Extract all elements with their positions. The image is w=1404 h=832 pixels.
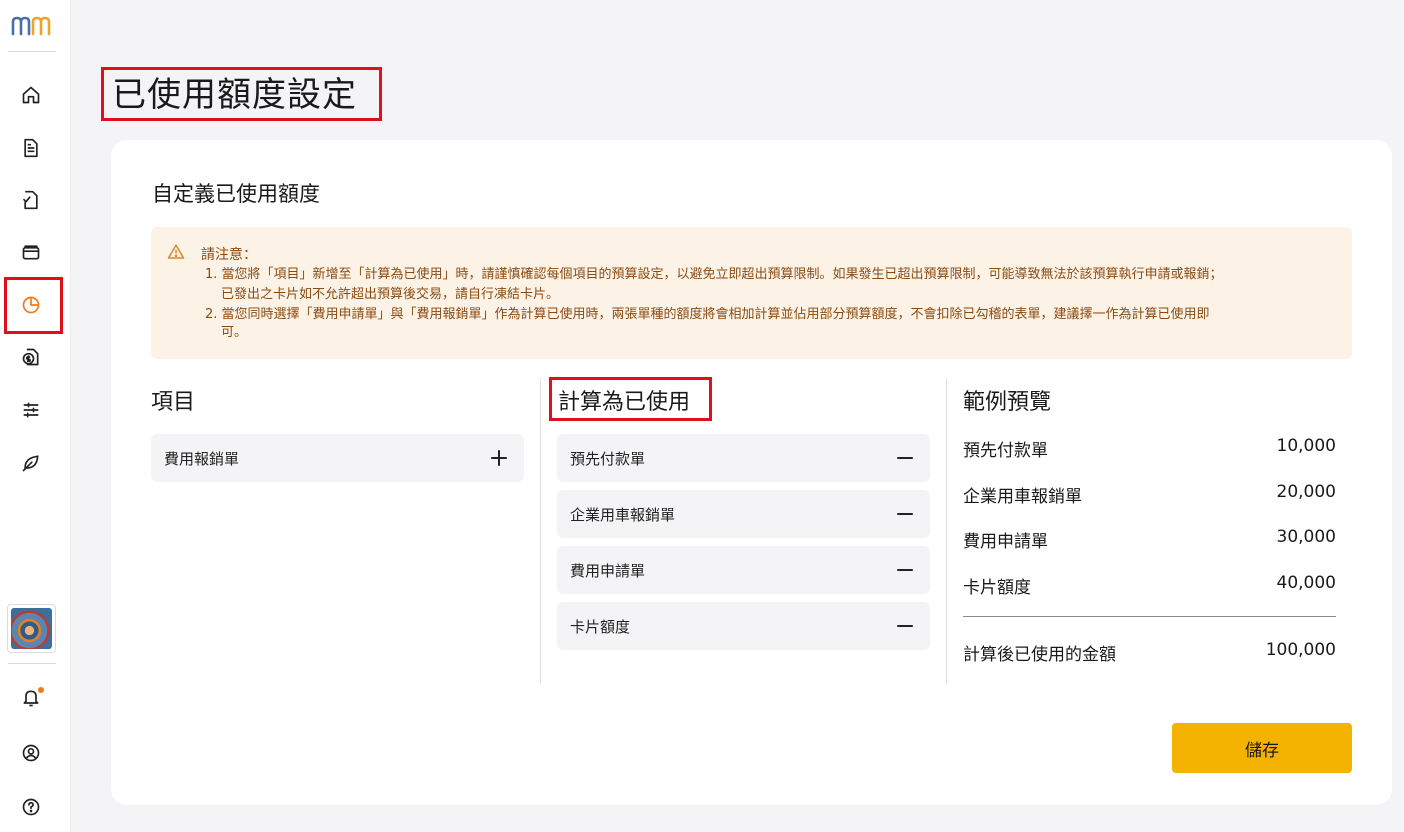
preview-total-value: 100,000 [1265, 640, 1336, 660]
column-divider [946, 378, 947, 683]
list-item[interactable]: 費用申請單 [557, 546, 930, 594]
leaf-icon[interactable] [19, 451, 43, 475]
preview-divider [963, 616, 1336, 617]
pie-chart-icon[interactable] [19, 293, 43, 317]
item-label: 預先付款單 [570, 449, 646, 468]
list-item[interactable]: 企業用車報銷單 [557, 490, 930, 538]
money-file-icon[interactable] [19, 345, 43, 369]
preview-column-title: 範例預覽 [963, 390, 1052, 415]
notification-dot [38, 687, 44, 693]
preview-value: 30,000 [1276, 527, 1336, 547]
list-item[interactable]: 預先付款單 [557, 434, 930, 482]
page-title: 已使用額度設定 [112, 75, 357, 115]
wallet-icon[interactable] [19, 240, 43, 264]
home-icon[interactable] [19, 83, 43, 107]
notice-line: 2. 當您同時選擇「費用申請單」與「費用報銷單」作為計算已使用時，兩張單種的額度… [205, 307, 1210, 322]
list-item[interactable]: 卡片額度 [557, 602, 930, 650]
preview-row: 卡片額度 40,000 [963, 573, 1336, 598]
card-title: 自定義已使用額度 [152, 182, 320, 206]
item-label: 卡片額度 [570, 617, 631, 636]
sidebar-divider [8, 51, 56, 52]
preview-label: 預先付款單 [963, 441, 1048, 461]
preview-row: 預先付款單 10,000 [963, 436, 1336, 461]
plus-icon[interactable] [488, 447, 510, 469]
brand-logo[interactable] [10, 14, 54, 38]
minus-icon[interactable] [894, 559, 916, 581]
avatar[interactable] [7, 604, 56, 653]
preview-label: 卡片額度 [963, 578, 1031, 598]
preview-total-label: 計算後已使用的金額 [963, 645, 1116, 665]
used-column-title: 計算為已使用 [558, 390, 691, 415]
notice-line: 已發出之卡片如不允許超出預算後交易，請自行凍結卡片。 [221, 287, 560, 302]
preview-value: 20,000 [1276, 482, 1336, 502]
items-column-title: 項目 [151, 390, 196, 415]
preview-label: 費用申請單 [963, 532, 1048, 552]
preview-value: 40,000 [1276, 573, 1336, 593]
preview-label: 企業用車報銷單 [963, 487, 1082, 507]
avatar-image [11, 608, 52, 649]
item-label: 企業用車報銷單 [570, 505, 676, 524]
minus-icon[interactable] [894, 447, 916, 469]
item-label: 費用申請單 [570, 561, 646, 580]
item-label: 費用報銷單 [164, 449, 240, 468]
preview-row: 費用申請單 30,000 [963, 527, 1336, 552]
list-item[interactable]: 費用報銷單 [151, 434, 524, 482]
notice-line: 1. 當您將「項目」新增至「計算為已使用」時，請謹慎確認每個項目的預算設定，以避… [205, 267, 1223, 282]
notice-heading: 請注意： [201, 247, 257, 263]
column-divider [540, 378, 541, 683]
document-check-icon[interactable] [19, 188, 43, 212]
document-icon[interactable] [19, 136, 43, 160]
notice-box: 請注意： 1. 當您將「項目」新增至「計算為已使用」時，請謹慎確認每個項目的預算… [151, 227, 1352, 359]
notice-line: 可。 [221, 325, 248, 340]
sidebar [0, 0, 71, 832]
minus-icon[interactable] [894, 615, 916, 637]
user-circle-icon[interactable] [19, 741, 43, 765]
sidebar-divider [8, 663, 56, 664]
preview-row: 企業用車報銷單 20,000 [963, 482, 1336, 507]
preview-total-row: 計算後已使用的金額 100,000 [963, 640, 1336, 665]
settings-card: 自定義已使用額度 請注意： 1. 當您將「項目」新增至「計算為已使用」時，請謹慎… [111, 140, 1392, 805]
warning-icon [167, 244, 185, 259]
save-button[interactable]: 儲存 [1172, 723, 1352, 773]
minus-icon[interactable] [894, 503, 916, 525]
preview-value: 10,000 [1276, 436, 1336, 456]
sliders-icon[interactable] [19, 398, 43, 422]
help-icon[interactable] [19, 795, 43, 819]
